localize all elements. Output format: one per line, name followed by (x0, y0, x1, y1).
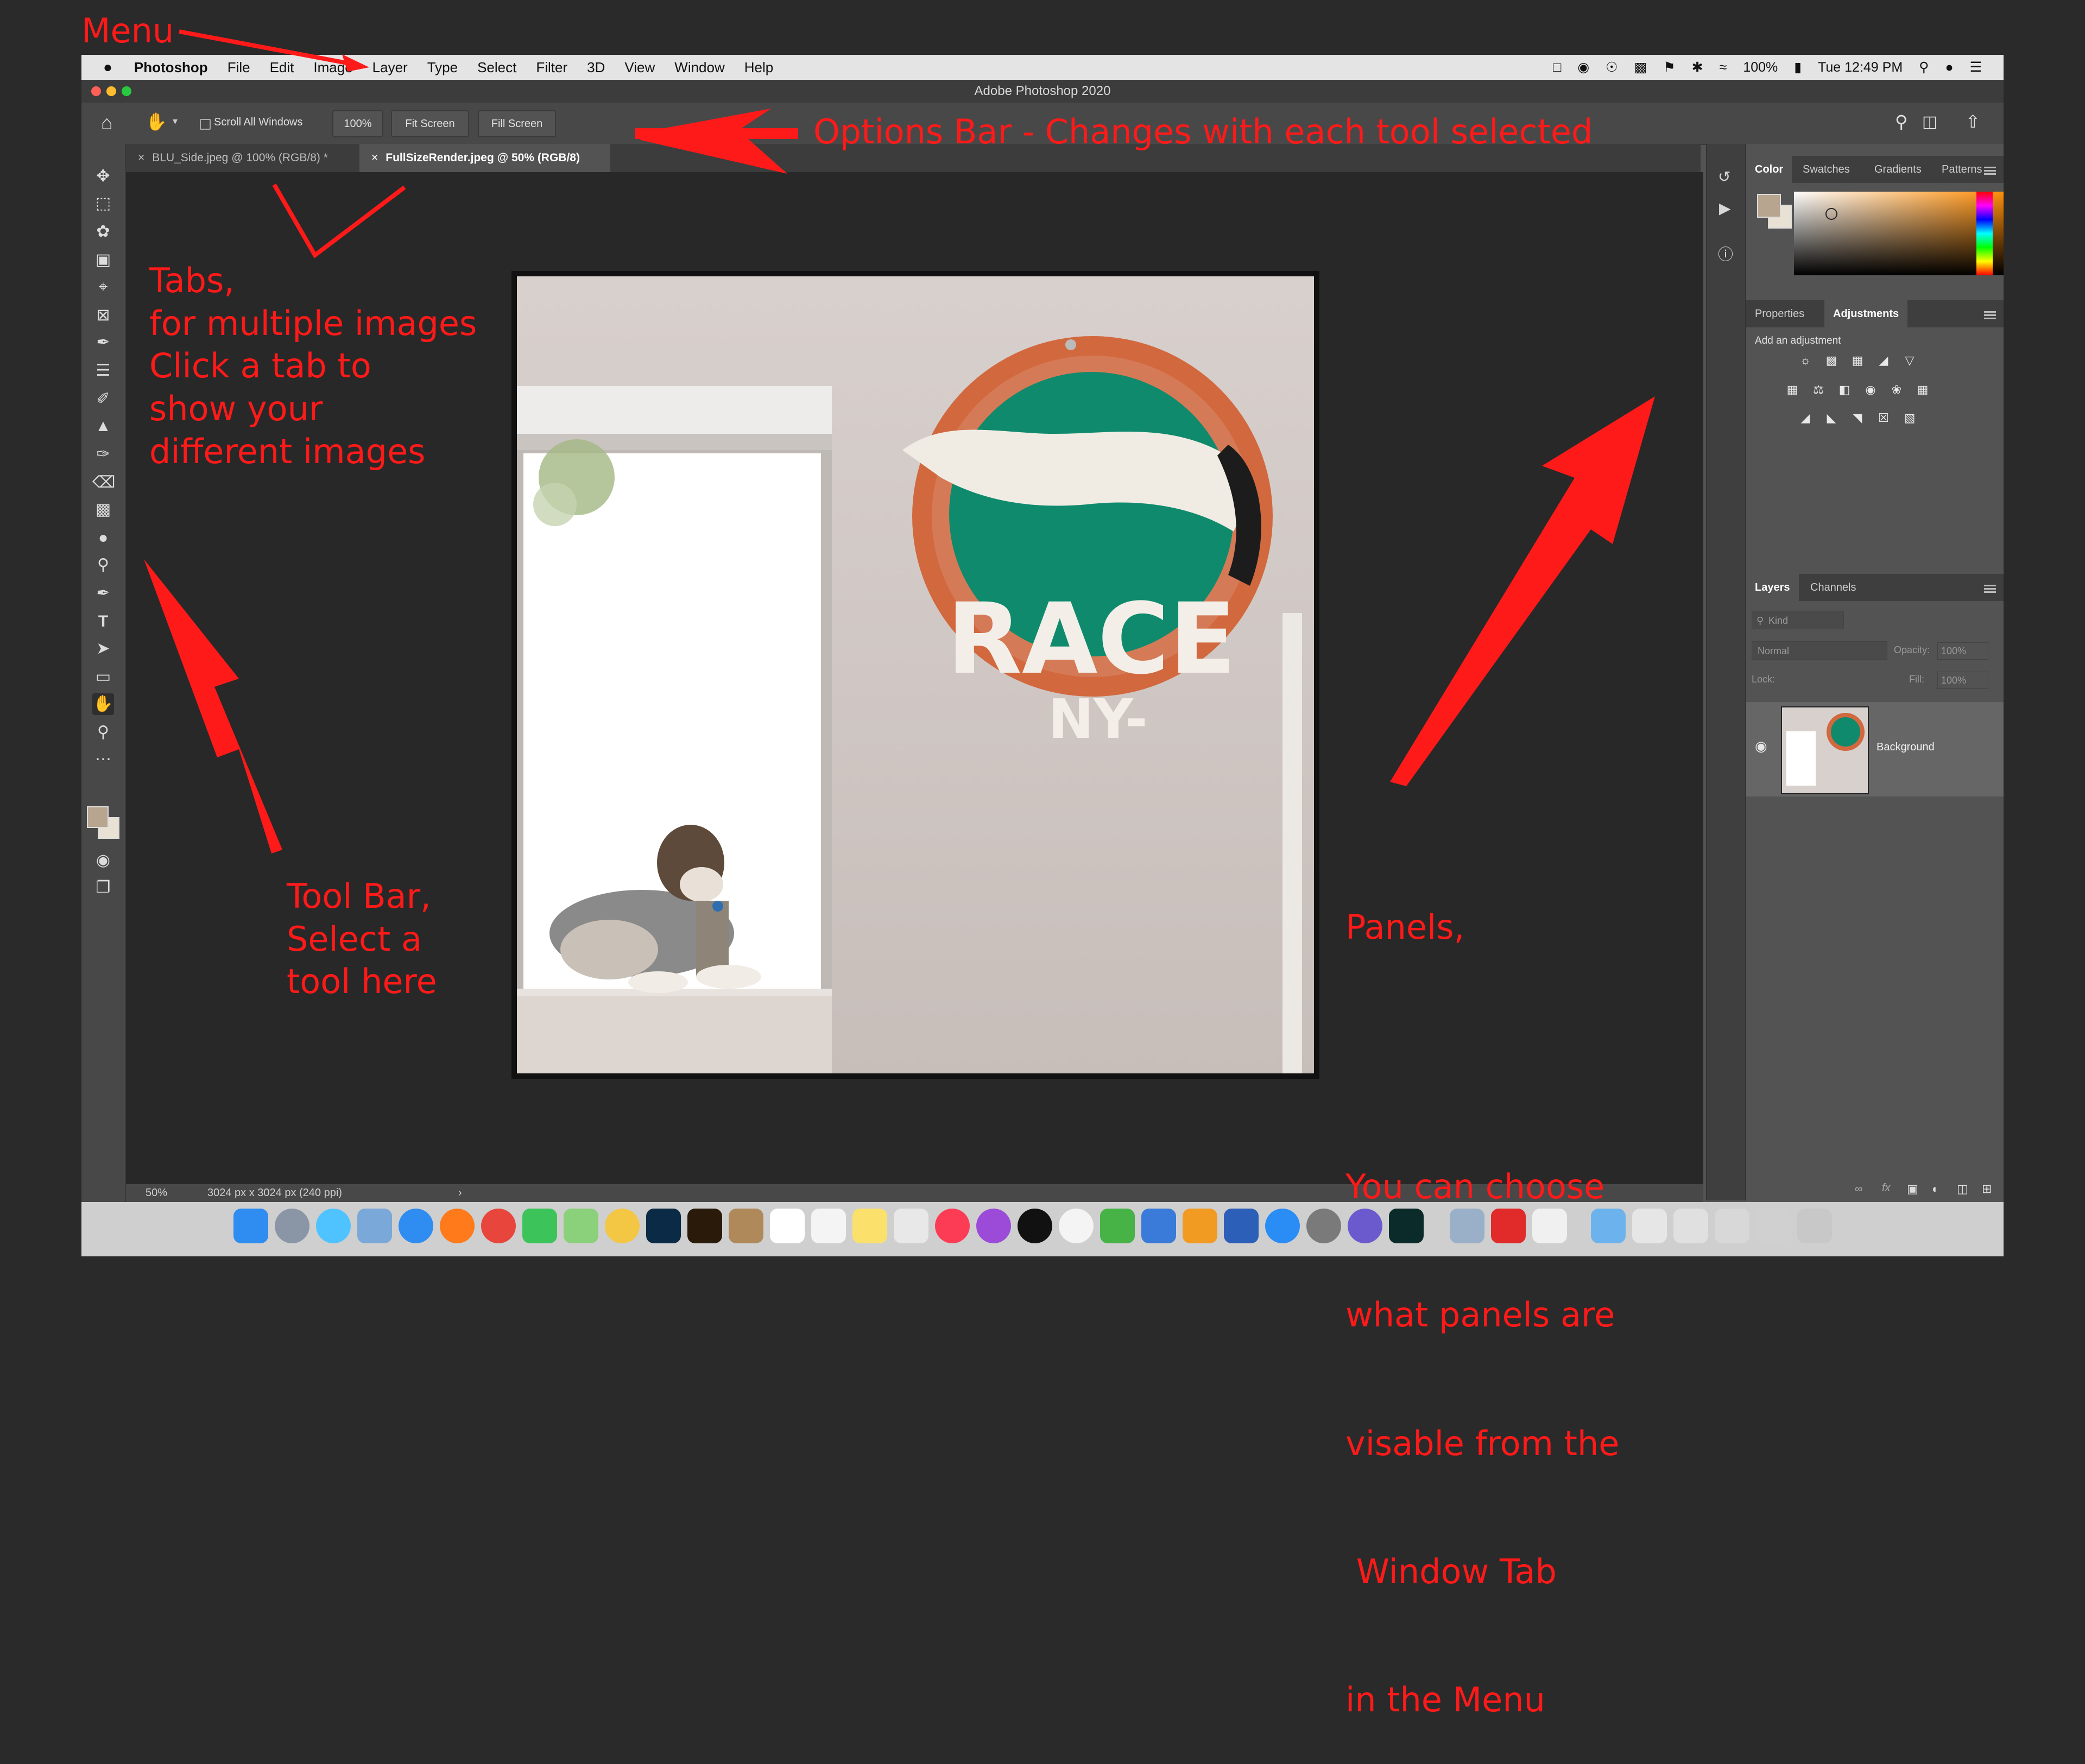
annotation-panels-line: Panels, (1345, 907, 1465, 947)
annotation-tabs-line: different images (149, 431, 426, 471)
annotation-panels-line: You can choose (1345, 1167, 1605, 1207)
annotation-tabs-line: Click a tab to (149, 346, 371, 386)
annotation-toolbar: Tool Bar, Select a tool here (287, 875, 437, 1003)
annotation-tabs: Tabs, for multiple images Click a tab to… (149, 260, 477, 473)
annotation-tabs-line: Tabs, (149, 261, 235, 300)
annotation-panels: Panels, You can choose what panels are v… (1345, 821, 1619, 1764)
annotation-toolbar-line: tool here (287, 962, 437, 1002)
foreground-color-swatch[interactable] (87, 806, 109, 828)
annotation-toolbar-line: Tool Bar, (287, 876, 431, 916)
annotation-tabs-line: show your (149, 389, 323, 429)
annotation-tabs-line: for multiple images (149, 303, 477, 343)
annotation-panels-line: in the Menu (1345, 1679, 1545, 1719)
annotation-options-bar: Options Bar - Changes with each tool sel… (813, 112, 1593, 151)
annotation-panels-line: visable from the (1345, 1423, 1620, 1463)
annotation-panels-line: what panels are (1345, 1295, 1615, 1335)
annotation-panels-line (1345, 1035, 1619, 1080)
color-fg-swatch[interactable] (1757, 194, 1781, 218)
annotation-toolbar-line: Select a (287, 919, 422, 959)
annotation-panels-line: Window Tab (1345, 1551, 1557, 1591)
